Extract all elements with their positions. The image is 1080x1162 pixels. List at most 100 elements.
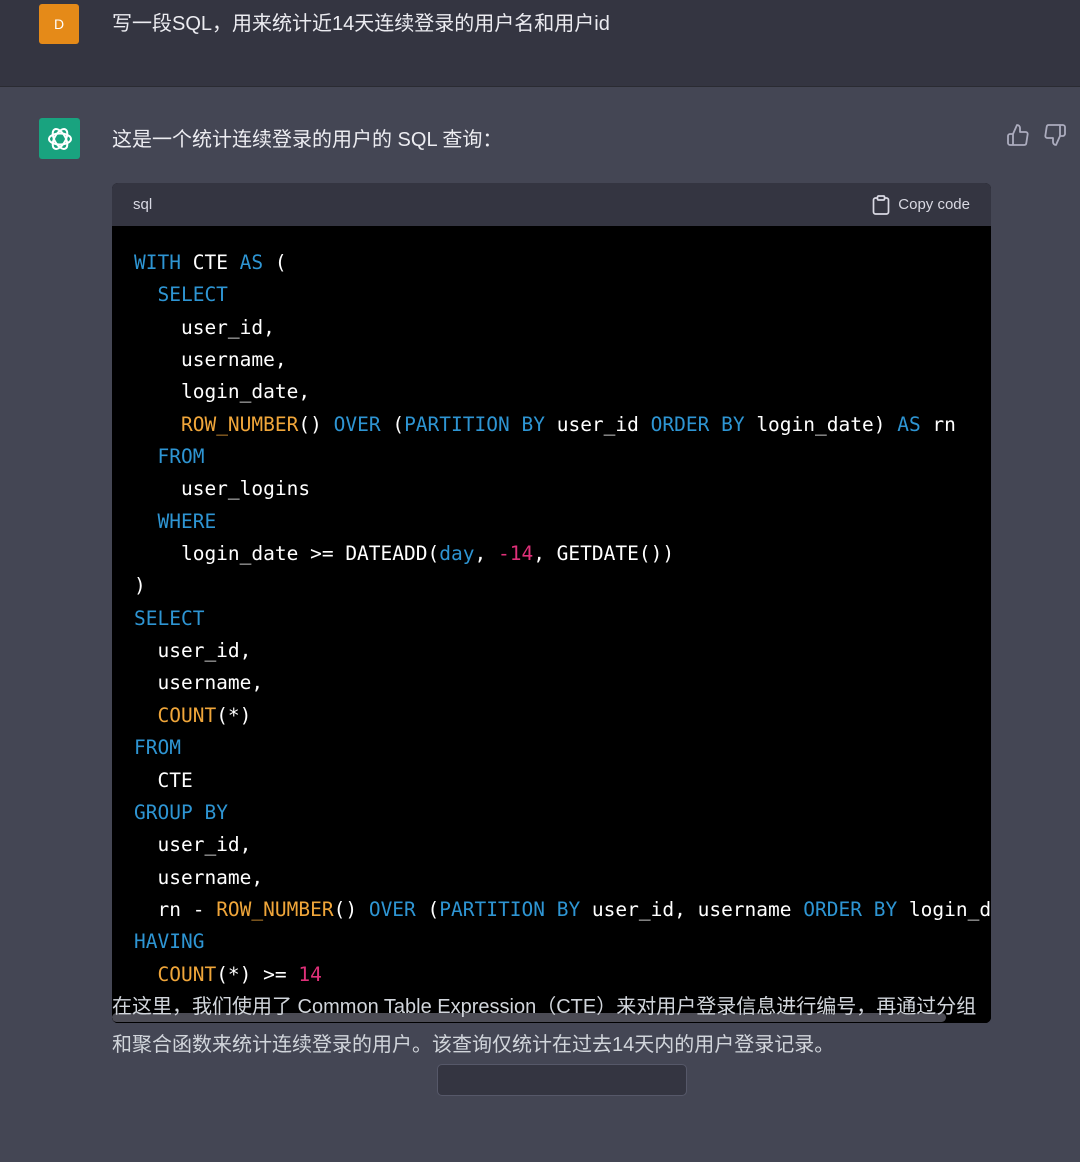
code-token: CTE bbox=[180, 251, 240, 274]
code-token: username, bbox=[134, 348, 287, 372]
code-token: COUNT bbox=[157, 703, 217, 727]
code-token: HAVING bbox=[134, 930, 205, 954]
assistant-message-row: 这是一个统计连续登录的用户的 SQL 查询： sql Copy code WIT… bbox=[0, 87, 1080, 1162]
code-line: COUNT(*) bbox=[134, 700, 991, 732]
code-line: HAVING bbox=[134, 926, 991, 958]
code-token: () bbox=[298, 412, 334, 436]
thumbs-down-icon[interactable] bbox=[1043, 123, 1067, 147]
code-token: login_date bbox=[908, 897, 991, 921]
code-line: FROM bbox=[134, 732, 991, 764]
code-token: rn bbox=[920, 412, 956, 436]
code-token: -14 bbox=[497, 542, 534, 566]
code-block-header: sql Copy code bbox=[112, 183, 991, 226]
code-token: PARTITION bbox=[439, 897, 545, 921]
code-token: username, bbox=[134, 865, 264, 889]
code-token: rn - bbox=[134, 897, 217, 921]
user-message-row: D 写一段SQL，用来统计近14天连续登录的用户名和用户id bbox=[0, 0, 1080, 87]
code-line: FROM bbox=[134, 441, 991, 473]
code-token: AS bbox=[239, 251, 264, 274]
code-line: user_id, bbox=[134, 312, 991, 344]
code-token: () bbox=[333, 897, 369, 921]
code-token: user_id, bbox=[134, 315, 275, 339]
code-token: , GETDATE()) bbox=[533, 542, 675, 566]
code-token: OVER bbox=[333, 412, 381, 436]
code-token: user_id bbox=[544, 412, 651, 436]
code-token: FROM bbox=[134, 736, 181, 760]
copy-code-button[interactable]: Copy code bbox=[872, 194, 970, 215]
code-line: ) bbox=[134, 570, 991, 602]
regenerate-button[interactable] bbox=[437, 1064, 687, 1096]
code-token: BY bbox=[521, 412, 545, 436]
code-line: WHERE bbox=[134, 506, 991, 538]
code-token: BY bbox=[721, 412, 745, 436]
code-token: ( bbox=[380, 412, 405, 436]
copy-code-label: Copy code bbox=[898, 196, 970, 213]
code-token: WHERE bbox=[157, 509, 217, 533]
code-token: FROM bbox=[157, 445, 205, 469]
code-token: (*) >= bbox=[216, 962, 299, 986]
code-token: ROW_NUMBER bbox=[216, 897, 334, 921]
code-language-label: sql bbox=[133, 196, 153, 213]
code-line: SELECT bbox=[134, 279, 991, 311]
user-avatar: D bbox=[39, 4, 79, 44]
code-token: BY bbox=[556, 897, 581, 921]
code-token: OVER bbox=[368, 897, 416, 921]
user-message-text: 写一段SQL，用来统计近14天连续登录的用户名和用户id bbox=[112, 13, 610, 35]
code-token: ) bbox=[134, 574, 146, 598]
code-token: user_logins bbox=[134, 477, 311, 501]
code-line: rn - ROW_NUMBER() OVER (PARTITION BY use… bbox=[134, 894, 991, 926]
code-token: username, bbox=[134, 671, 264, 695]
code-line: GROUP BY bbox=[134, 797, 991, 829]
code-block: sql Copy code WITH CTE AS ( SELECT user_… bbox=[112, 183, 991, 1023]
code-line: user_logins bbox=[134, 473, 991, 505]
code-token: ( bbox=[415, 897, 440, 921]
code-line: ROW_NUMBER() OVER (PARTITION BY user_id … bbox=[134, 409, 991, 441]
code-line: CTE bbox=[134, 765, 991, 797]
code-line: user_id, bbox=[134, 829, 991, 861]
code-token: user_id, bbox=[134, 639, 252, 663]
code-token: user_id, username bbox=[580, 897, 804, 921]
code-token: CTE bbox=[134, 768, 193, 792]
code-line: SELECT bbox=[134, 603, 991, 635]
assistant-intro-text: 这是一个统计连续登录的用户的 SQL 查询： bbox=[112, 129, 503, 151]
code-token: ORDER bbox=[650, 412, 710, 436]
code-line: login_date, bbox=[134, 376, 991, 408]
thumbs-up-icon[interactable] bbox=[1006, 123, 1030, 147]
code-token: SELECT bbox=[134, 606, 205, 630]
code-token: BY bbox=[873, 897, 898, 921]
code-token: ( bbox=[263, 251, 287, 274]
code-token: login_date, bbox=[134, 380, 311, 404]
code-token: , bbox=[474, 542, 498, 566]
code-token: PARTITION bbox=[404, 412, 510, 436]
code-token: GROUP bbox=[134, 800, 193, 824]
code-line: login_date >= DATEADD(day, -14, GETDATE(… bbox=[134, 538, 991, 570]
code-body: WITH CTE AS ( SELECT user_id, username , … bbox=[112, 226, 991, 1023]
assistant-explanation-text: 在这里，我们使用了 Common Table Expression（CTE）来对… bbox=[112, 996, 977, 1056]
openai-logo-icon bbox=[47, 127, 72, 150]
code-token: SELECT bbox=[157, 283, 228, 307]
code-line: username, bbox=[134, 344, 991, 376]
code-line: username, bbox=[134, 862, 991, 894]
code-token: day bbox=[439, 542, 475, 566]
code-line: user_id, bbox=[134, 635, 991, 667]
code-token: COUNT bbox=[157, 962, 217, 986]
code-token: WITH bbox=[134, 251, 181, 274]
code-line: username, bbox=[134, 667, 991, 699]
code-token: (*) bbox=[216, 703, 252, 727]
code-line: WITH CTE AS ( bbox=[134, 247, 991, 279]
code-token: 14 bbox=[298, 962, 322, 986]
assistant-avatar bbox=[39, 118, 80, 159]
code-token: AS bbox=[897, 412, 921, 436]
code-token: user_id, bbox=[134, 833, 252, 857]
